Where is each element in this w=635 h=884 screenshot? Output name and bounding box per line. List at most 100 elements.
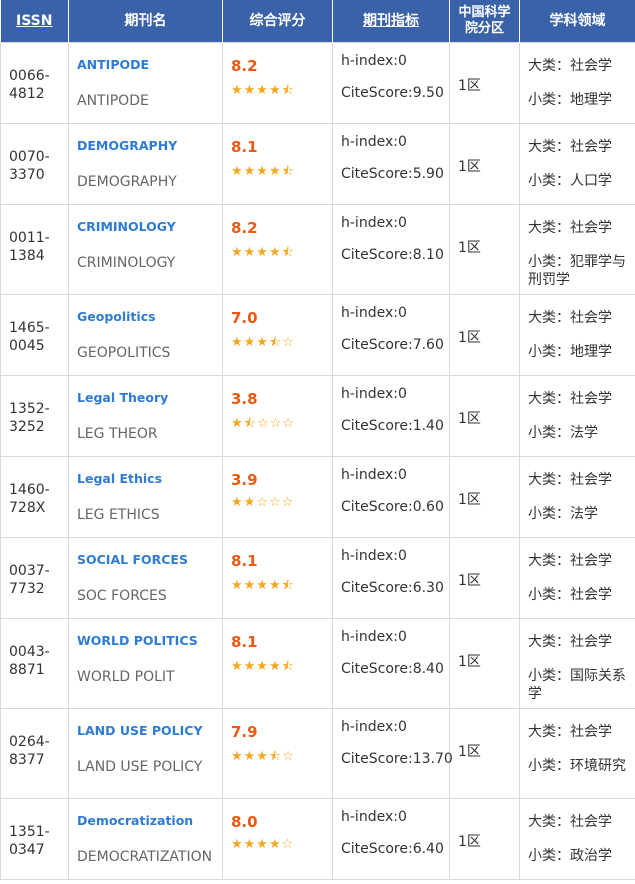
star-rating-icon: ★★☆☆☆ (231, 495, 295, 510)
name-cell: WORLD POLITICS WORLD POLIT (68, 618, 223, 709)
header-issn[interactable]: ISSN (0, 0, 69, 43)
citescore-value: CiteScore:6.30 (341, 580, 444, 596)
citescore-value: CiteScore:1.40 (341, 418, 444, 434)
hindex-value: h-index:0 (341, 809, 407, 825)
zone-cell: 1区 (449, 537, 520, 619)
issn-cell: 0043-8871 (0, 618, 69, 709)
hindex-value: h-index:0 (341, 215, 407, 231)
hindex-value: h-index:0 (341, 53, 407, 69)
metrics-cell: h-index:0 CiteScore:1.40 (332, 375, 450, 457)
hindex-value: h-index:0 (341, 386, 407, 402)
zone-value: 1区 (458, 492, 481, 508)
journal-abbreviation: LAND USE POLICY (77, 759, 203, 775)
table-row: 1351-0347 Democratization DEMOCRATIZATIO… (0, 798, 635, 880)
score-value: 8.1 (231, 552, 258, 570)
metrics-cell: h-index:0 CiteScore:6.40 (332, 798, 450, 880)
table-row: 1460-728X Legal Ethics LEG ETHICS 3.9 ★★… (0, 456, 635, 538)
issn-value: 0070-3370 (9, 149, 50, 183)
star-rating-icon: ★★★★⯪ (231, 659, 295, 674)
major-field: 大类：社会学 (528, 724, 612, 740)
major-field: 大类：社会学 (528, 553, 612, 569)
minor-field: 小类：犯罪学与刑罚学 (528, 254, 626, 288)
issn-value: 0011-1384 (9, 230, 50, 264)
hindex-value: h-index:0 (341, 134, 407, 150)
field-cell: 大类：社会学 小类：犯罪学与刑罚学 (519, 204, 635, 295)
journal-link[interactable]: WORLD POLITICS (77, 633, 214, 649)
name-cell: SOCIAL FORCES SOC FORCES (68, 537, 223, 619)
score-cell: 7.9 ★★★⯪☆ (222, 708, 333, 799)
citescore-value: CiteScore:7.60 (341, 337, 444, 353)
major-field: 大类：社会学 (528, 814, 612, 830)
journal-link[interactable]: ANTIPODE (77, 57, 214, 73)
hindex-value: h-index:0 (341, 629, 407, 645)
major-field: 大类：社会学 (528, 139, 612, 155)
issn-value: 1460-728X (9, 482, 50, 516)
zone-value: 1区 (458, 159, 481, 175)
name-cell: Legal Theory LEG THEOR (68, 375, 223, 457)
journal-abbreviation: WORLD POLIT (77, 669, 175, 685)
minor-field: 小类：地理学 (528, 92, 612, 108)
issn-value: 0043-8871 (9, 644, 50, 678)
journal-link[interactable]: Legal Ethics (77, 471, 214, 487)
issn-value: 0264-8377 (9, 734, 50, 768)
journal-link[interactable]: SOCIAL FORCES (77, 552, 214, 568)
zone-cell: 1区 (449, 204, 520, 295)
major-field: 大类：社会学 (528, 634, 612, 650)
major-field: 大类：社会学 (528, 220, 612, 236)
journal-table: ISSN 期刊名 综合评分 期刊指标 中国科学院分区 学科领域 0066-481… (0, 0, 635, 880)
score-cell: 8.1 ★★★★⯪ (222, 123, 333, 205)
header-zone: 中国科学院分区 (449, 0, 520, 43)
table-body: 0066-4812 ANTIPODE ANTIPODE 8.2 ★★★★⯪ h-… (0, 42, 635, 880)
score-cell: 8.2 ★★★★⯪ (222, 42, 333, 124)
journal-link[interactable]: Democratization (77, 813, 214, 829)
header-name: 期刊名 (68, 0, 223, 43)
journal-abbreviation: DEMOCRATIZATION (77, 849, 213, 865)
hindex-value: h-index:0 (341, 719, 407, 735)
citescore-value: CiteScore:6.40 (341, 841, 444, 857)
citescore-value: CiteScore:9.50 (341, 85, 444, 101)
minor-field: 小类：环境研究 (528, 758, 626, 774)
issn-cell: 0070-3370 (0, 123, 69, 205)
zone-cell: 1区 (449, 618, 520, 709)
table-header: ISSN 期刊名 综合评分 期刊指标 中国科学院分区 学科领域 (0, 0, 635, 43)
name-cell: Democratization DEMOCRATIZATION (68, 798, 223, 880)
citescore-value: CiteScore:5.90 (341, 166, 444, 182)
star-rating-icon: ★★★★⯪ (231, 164, 295, 179)
header-metrics[interactable]: 期刊指标 (332, 0, 450, 43)
header-score: 综合评分 (222, 0, 333, 43)
issn-value: 0066-4812 (9, 68, 50, 102)
score-cell: 7.0 ★★★⯪☆ (222, 294, 333, 376)
score-value: 8.1 (231, 138, 258, 156)
score-value: 8.2 (231, 219, 258, 237)
star-rating-icon: ★⯪☆☆☆ (231, 416, 295, 431)
journal-link[interactable]: DEMOGRAPHY (77, 138, 214, 154)
star-rating-icon: ★★★★⯪ (231, 83, 295, 98)
issn-cell: 1352-3252 (0, 375, 69, 457)
table-row: 0043-8871 WORLD POLITICS WORLD POLIT 8.1… (0, 618, 635, 709)
journal-link[interactable]: CRIMINOLOGY (77, 219, 214, 235)
score-cell: 8.0 ★★★★☆ (222, 798, 333, 880)
issn-cell: 0011-1384 (0, 204, 69, 295)
star-rating-icon: ★★★★⯪ (231, 578, 295, 593)
score-value: 8.2 (231, 57, 258, 75)
metrics-cell: h-index:0 CiteScore:8.40 (332, 618, 450, 709)
score-cell: 3.9 ★★☆☆☆ (222, 456, 333, 538)
score-cell: 8.2 ★★★★⯪ (222, 204, 333, 295)
field-cell: 大类：社会学 小类：人口学 (519, 123, 635, 205)
hindex-value: h-index:0 (341, 467, 407, 483)
minor-field: 小类：政治学 (528, 848, 612, 864)
zone-cell: 1区 (449, 456, 520, 538)
journal-link[interactable]: Geopolitics (77, 309, 214, 325)
journal-link[interactable]: Legal Theory (77, 390, 214, 406)
journal-abbreviation: DEMOGRAPHY (77, 174, 177, 190)
name-cell: ANTIPODE ANTIPODE (68, 42, 223, 124)
zone-cell: 1区 (449, 123, 520, 205)
name-cell: DEMOGRAPHY DEMOGRAPHY (68, 123, 223, 205)
citescore-value: CiteScore:8.10 (341, 247, 444, 263)
issn-value: 1352-3252 (9, 401, 50, 435)
hindex-value: h-index:0 (341, 548, 407, 564)
table-row: 0037-7732 SOCIAL FORCES SOC FORCES 8.1 ★… (0, 537, 635, 619)
journal-link[interactable]: LAND USE POLICY (77, 723, 214, 739)
citescore-value: CiteScore:13.70 (341, 751, 453, 767)
score-value: 8.1 (231, 633, 258, 651)
